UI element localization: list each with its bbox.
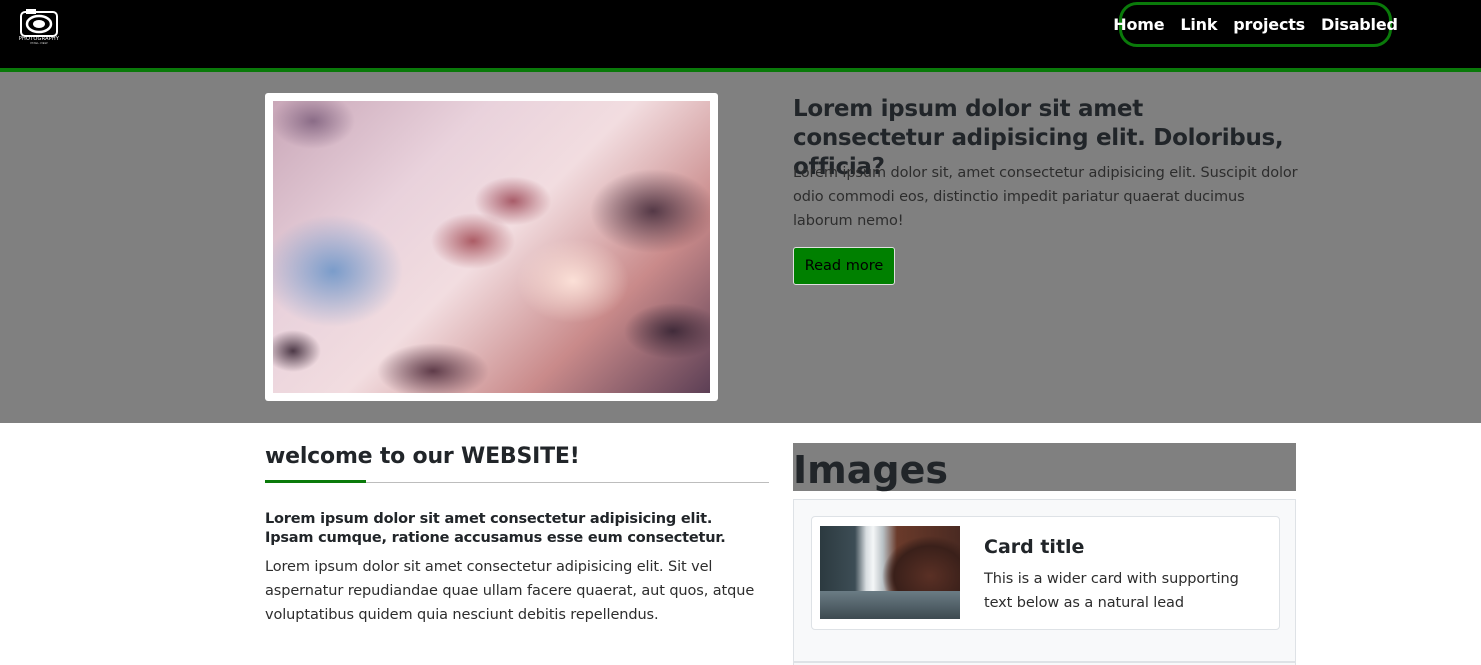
welcome-title: welcome to our WEBSITE!	[265, 444, 580, 469]
welcome-body: Lorem ipsum dolor sit amet consectetur a…	[265, 559, 755, 623]
images-panel: Card title This is a wider card with sup…	[793, 499, 1296, 665]
card-text: This is a wider card with supporting tex…	[984, 571, 1239, 611]
images-header: Images	[793, 443, 1296, 492]
welcome-divider-accent	[265, 480, 366, 483]
read-more-button[interactable]: Read more	[793, 247, 895, 285]
images-title: Images	[793, 448, 948, 492]
hero-section: Lorem ipsum dolor sit amet consectetur a…	[0, 72, 1481, 423]
image-card[interactable]: Card title This is a wider card with sup…	[811, 516, 1280, 630]
hero-image	[273, 101, 710, 393]
hero-image-frame	[265, 93, 718, 401]
welcome-lead: Lorem ipsum dolor sit amet consectetur a…	[265, 511, 726, 546]
nav-menu: Home Link projects Disabled	[1113, 2, 1398, 47]
card-title: Card title	[984, 536, 1085, 558]
logo-subtext: PIXEL·VIEW	[30, 41, 48, 45]
nav-link-link[interactable]: Link	[1180, 15, 1217, 34]
nav-link-home[interactable]: Home	[1113, 15, 1164, 34]
hero-text: Lorem ipsum dolor sit, amet consectetur …	[793, 165, 1298, 229]
nav-link-projects[interactable]: projects	[1233, 15, 1305, 34]
card-image	[820, 526, 960, 619]
images-panel-bottom	[793, 661, 1296, 663]
nav-link-disabled[interactable]: Disabled	[1321, 15, 1398, 34]
navbar: PHOTOGRAPHY PIXEL·VIEW Home Link project…	[0, 0, 1481, 72]
